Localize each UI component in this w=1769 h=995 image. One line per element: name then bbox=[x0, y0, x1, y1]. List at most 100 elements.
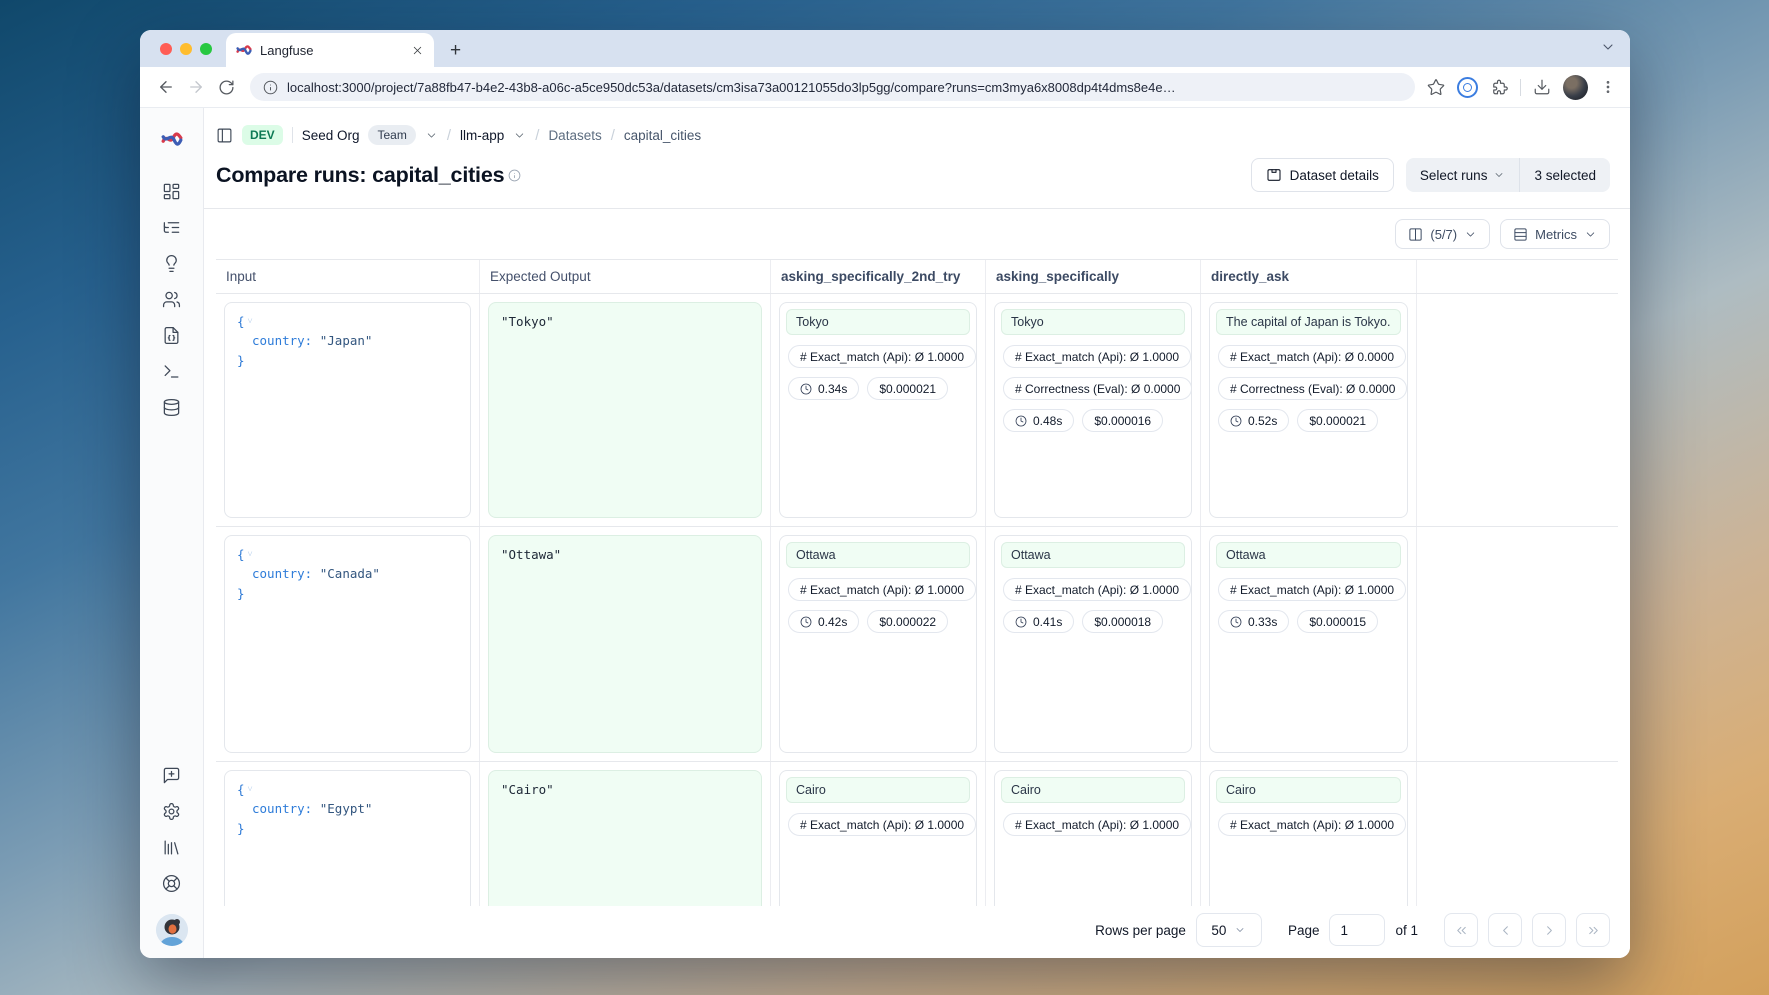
window-controls[interactable] bbox=[160, 43, 212, 55]
tab-search-chevron-icon[interactable] bbox=[1600, 39, 1616, 55]
langfuse-logo[interactable] bbox=[155, 122, 189, 156]
sidebar-item-datasets-database-icon[interactable] bbox=[155, 390, 189, 424]
title-info-icon[interactable] bbox=[508, 169, 521, 182]
close-window-button[interactable] bbox=[160, 43, 172, 55]
maximize-window-button[interactable] bbox=[200, 43, 212, 55]
run-observation[interactable]: Ottawa # Exact_match (Api): Ø 1.0000 0.3… bbox=[1209, 535, 1408, 753]
downloads-icon[interactable] bbox=[1533, 78, 1551, 96]
project-chevron-down-icon[interactable] bbox=[513, 129, 526, 142]
address-bar[interactable]: localhost:3000/project/7a88fb47-b4e2-43b… bbox=[250, 73, 1415, 101]
latency-badge: 0.33s bbox=[1218, 610, 1289, 633]
run-observation[interactable]: Cairo # Exact_match (Api): Ø 1.0000 bbox=[994, 770, 1192, 906]
expected-output-panel[interactable]: "Ottawa" bbox=[488, 535, 762, 753]
minimize-window-button[interactable] bbox=[180, 43, 192, 55]
run-output: Cairo bbox=[1216, 777, 1401, 803]
site-info-icon[interactable] bbox=[263, 80, 278, 95]
run-observation[interactable]: Ottawa # Exact_match (Api): Ø 1.0000 0.4… bbox=[994, 535, 1192, 753]
json-collapse-chevron-icon[interactable]: ˅ bbox=[248, 550, 253, 560]
select-runs-button[interactable]: Select runs bbox=[1406, 158, 1520, 192]
latency-badge: 0.48s bbox=[1003, 409, 1074, 432]
column-header-expected-output: Expected Output bbox=[480, 260, 771, 293]
browser-menu-kebab-icon[interactable] bbox=[1600, 79, 1616, 95]
score-badge: # Correctness (Eval): Ø 0.0000 bbox=[1218, 377, 1407, 400]
page-number-input[interactable] bbox=[1329, 914, 1385, 946]
page-label: Page bbox=[1288, 923, 1320, 938]
run-cell: Tokyo # Exact_match (Api): Ø 1.0000 # Co… bbox=[986, 294, 1201, 526]
sidebar-item-users-icon[interactable] bbox=[155, 282, 189, 316]
run-observation[interactable]: The capital of Japan is Tokyo. # Exact_m… bbox=[1209, 302, 1408, 518]
breadcrumb-slash: / bbox=[535, 127, 539, 144]
reload-icon[interactable] bbox=[214, 75, 238, 99]
expected-output-panel[interactable]: "Cairo" bbox=[488, 770, 762, 906]
bookmark-star-icon[interactable] bbox=[1427, 78, 1445, 96]
forward-icon[interactable] bbox=[184, 75, 208, 99]
sidebar-item-tracing-icon[interactable] bbox=[155, 210, 189, 244]
run-output: Tokyo bbox=[1001, 309, 1185, 335]
breadcrumb-org[interactable]: Seed Org bbox=[302, 128, 360, 143]
score-badge: # Exact_match (Api): Ø 1.0000 bbox=[788, 813, 976, 836]
support-lifebuoy-icon[interactable] bbox=[155, 866, 189, 900]
json-collapse-chevron-icon[interactable]: ˅ bbox=[248, 785, 253, 795]
user-avatar[interactable] bbox=[156, 914, 188, 946]
dataset-details-button[interactable]: Dataset details bbox=[1251, 158, 1394, 192]
clock-icon bbox=[1015, 415, 1027, 427]
docs-library-icon[interactable] bbox=[155, 830, 189, 864]
input-json-panel[interactable]: {˅ country: "Japan" } bbox=[224, 302, 471, 518]
browser-window: Langfuse + bbox=[140, 30, 1630, 958]
latency-badge: 0.52s bbox=[1218, 409, 1289, 432]
feedback-message-plus-icon[interactable] bbox=[155, 758, 189, 792]
sidebar-toggle-icon[interactable] bbox=[216, 127, 233, 144]
pagination-footer: Rows per page 50 Page of 1 bbox=[204, 906, 1630, 958]
breadcrumb-datasets[interactable]: Datasets bbox=[548, 128, 601, 143]
previous-page-button[interactable] bbox=[1488, 913, 1522, 947]
rows-per-page-chevron-icon bbox=[1234, 924, 1246, 936]
sidebar-item-sessions-lightbulb-icon[interactable] bbox=[155, 246, 189, 280]
run-output: Ottawa bbox=[1216, 542, 1401, 568]
score-badge: # Exact_match (Api): Ø 1.0000 bbox=[1003, 345, 1191, 368]
column-header-run-2: asking_specifically bbox=[986, 260, 1201, 293]
breadcrumb-project[interactable]: llm-app bbox=[460, 128, 504, 143]
run-output: Ottawa bbox=[786, 542, 970, 568]
run-observation[interactable]: Cairo # Exact_match (Api): Ø 1.0000 bbox=[1209, 770, 1408, 906]
last-page-button[interactable] bbox=[1576, 913, 1610, 947]
dataset-archive-icon bbox=[1266, 167, 1282, 183]
new-tab-button[interactable]: + bbox=[450, 41, 461, 60]
column-header-run-1: asking_specifically_2nd_try bbox=[771, 260, 986, 293]
cost-badge: $0.000021 bbox=[867, 377, 948, 400]
score-badge: # Exact_match (Api): Ø 1.0000 bbox=[1218, 813, 1406, 836]
extensions-puzzle-icon[interactable] bbox=[1490, 78, 1508, 96]
score-badge: # Exact_match (Api): Ø 1.0000 bbox=[788, 578, 976, 601]
expected-output-panel[interactable]: "Tokyo" bbox=[488, 302, 762, 518]
select-runs-group[interactable]: Select runs 3 selected bbox=[1406, 158, 1610, 192]
run-output: Cairo bbox=[1001, 777, 1185, 803]
json-collapse-chevron-icon[interactable]: ˅ bbox=[248, 317, 253, 327]
columns-chevron-down-icon bbox=[1464, 228, 1477, 241]
rows-per-page-select[interactable]: 50 bbox=[1196, 913, 1262, 947]
sidebar-item-prompts-icon[interactable] bbox=[155, 318, 189, 352]
run-observation[interactable]: Ottawa # Exact_match (Api): Ø 1.0000 0.4… bbox=[779, 535, 977, 753]
run-observation[interactable]: Tokyo # Exact_match (Api): Ø 1.0000 0.34… bbox=[779, 302, 977, 518]
tab-title: Langfuse bbox=[260, 43, 403, 58]
tab-close-icon[interactable] bbox=[411, 44, 424, 57]
browser-profile-avatar[interactable] bbox=[1563, 75, 1588, 100]
metrics-chevron-down-icon bbox=[1584, 228, 1597, 241]
first-page-button[interactable] bbox=[1444, 913, 1478, 947]
input-json-panel[interactable]: {˅ country: "Canada" } bbox=[224, 535, 471, 753]
column-visibility-button[interactable]: (5/7) bbox=[1395, 219, 1490, 249]
password-manager-icon[interactable] bbox=[1457, 77, 1478, 98]
sidebar-item-dashboard-icon[interactable] bbox=[155, 174, 189, 208]
url-text[interactable]: localhost:3000/project/7a88fb47-b4e2-43b… bbox=[287, 80, 1176, 95]
metrics-button[interactable]: Metrics bbox=[1500, 219, 1610, 249]
breadcrumb-slash: / bbox=[611, 127, 615, 144]
breadcrumb-dataset-name[interactable]: capital_cities bbox=[624, 128, 701, 143]
run-observation[interactable]: Tokyo # Exact_match (Api): Ø 1.0000 # Co… bbox=[994, 302, 1192, 518]
sidebar-item-playground-terminal-icon[interactable] bbox=[155, 354, 189, 388]
run-observation[interactable]: Cairo # Exact_match (Api): Ø 1.0000 bbox=[779, 770, 977, 906]
input-json-panel[interactable]: {˅ country: "Egypt" } bbox=[224, 770, 471, 906]
org-chevron-down-icon[interactable] bbox=[425, 129, 438, 142]
settings-gear-icon[interactable] bbox=[155, 794, 189, 828]
clock-icon bbox=[1230, 415, 1242, 427]
next-page-button[interactable] bbox=[1532, 913, 1566, 947]
browser-tab-langfuse[interactable]: Langfuse bbox=[226, 33, 434, 67]
back-icon[interactable] bbox=[154, 75, 178, 99]
